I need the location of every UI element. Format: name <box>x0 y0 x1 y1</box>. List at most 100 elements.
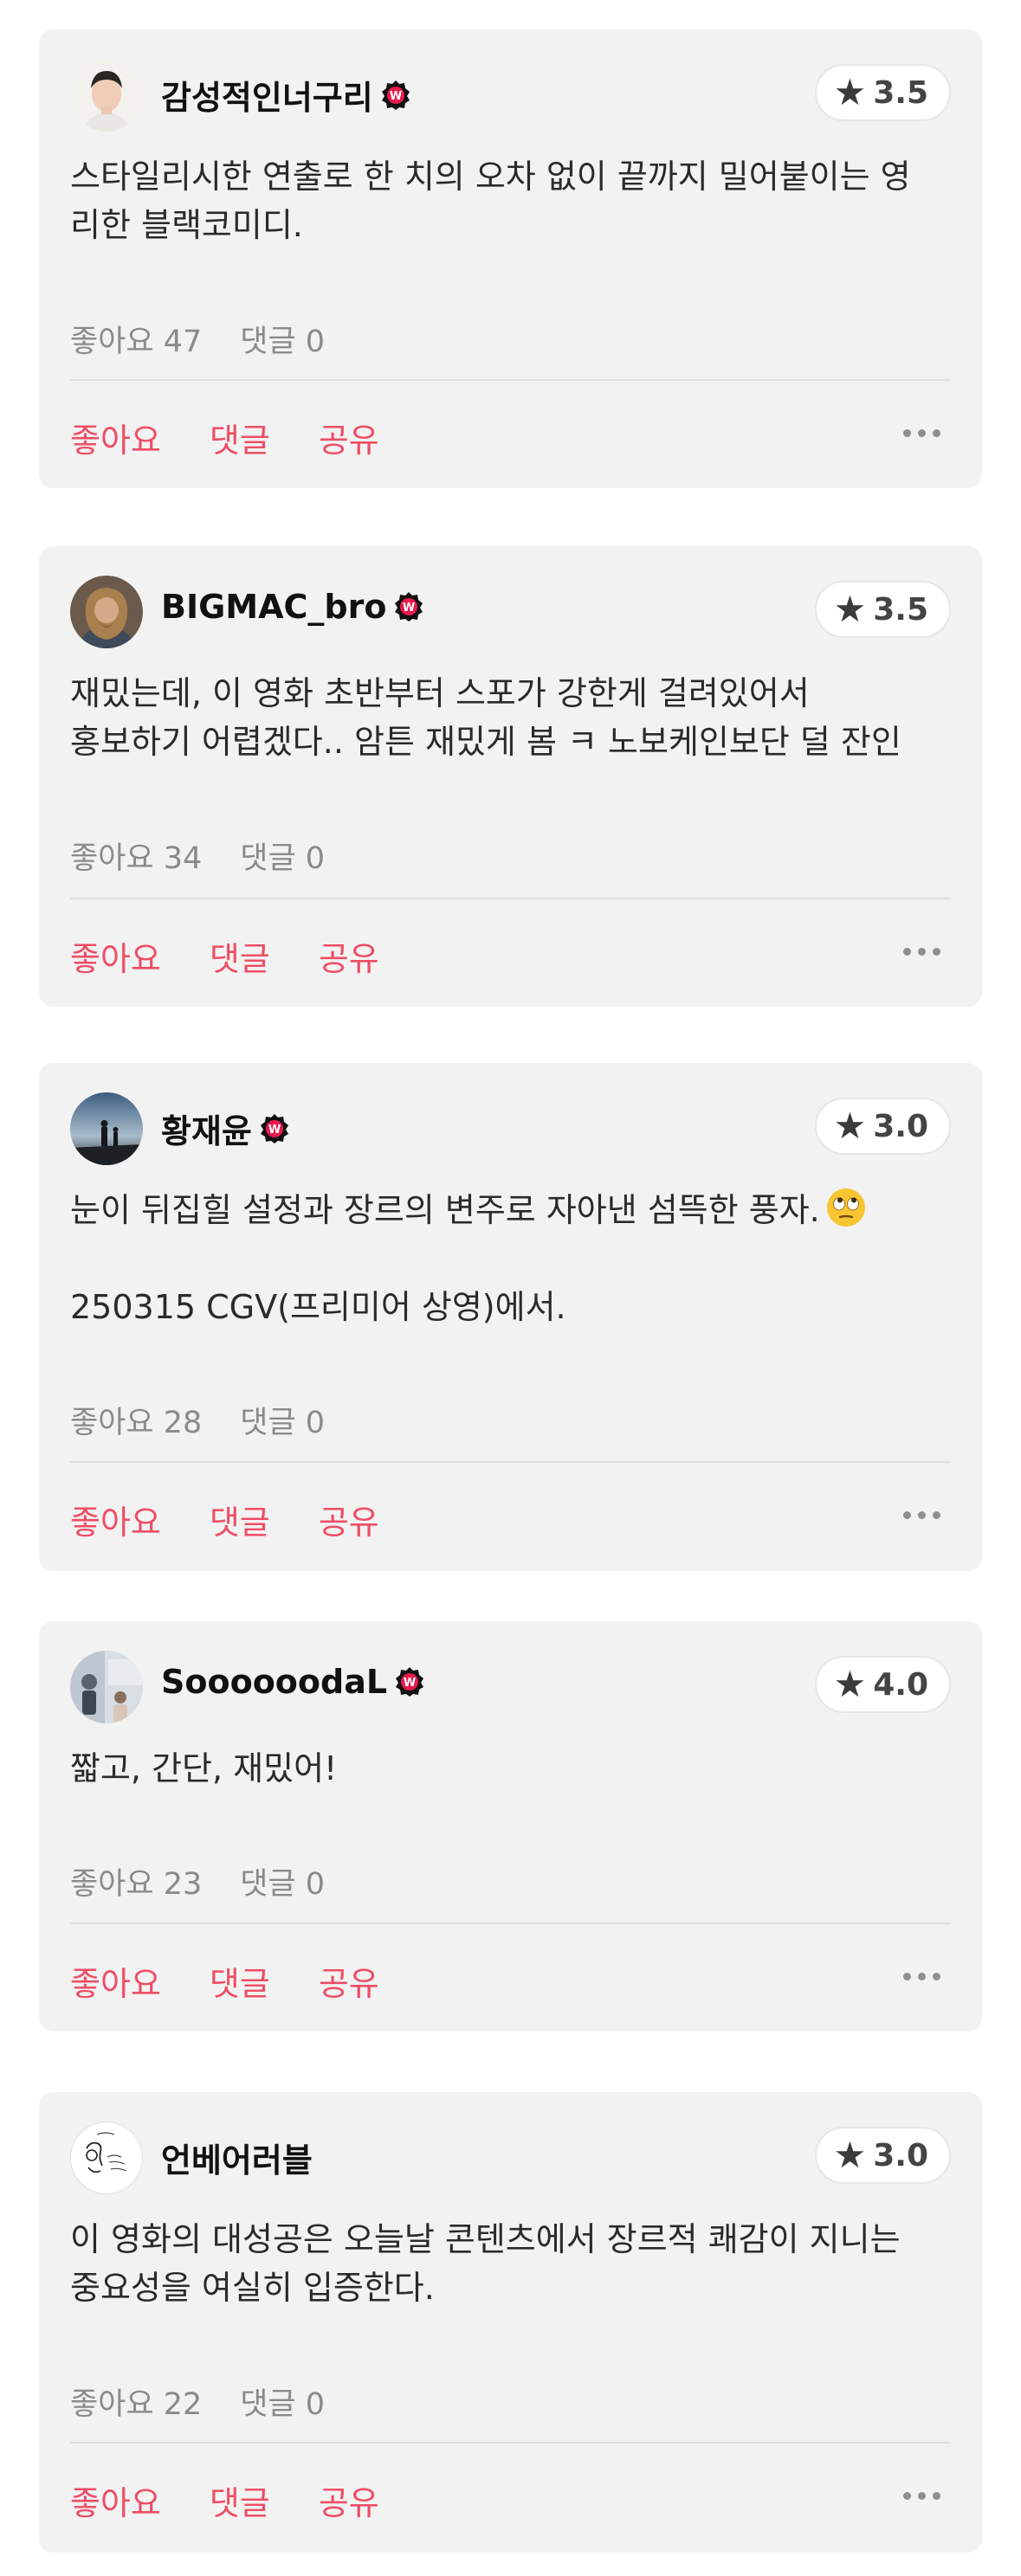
like-count: 좋아요 47 <box>70 325 203 359</box>
review-text[interactable]: 이 영화의 대성공은 오늘날 콘텐츠에서 장르적 쾌감이 지니는 중요성을 여실… <box>70 2215 951 2312</box>
review-line: 리한 블랙코미디. <box>70 206 303 244</box>
review-line: 재밌는데, 이 영화 초반부터 스포가 강한게 걸려있어서 <box>70 674 810 712</box>
star-icon: ★ <box>833 71 867 113</box>
share-button[interactable]: 공유 <box>319 1496 379 1543</box>
rating-value: 3.5 <box>873 74 928 111</box>
action-bar: 좋아요 댓글 공유 <box>70 932 379 980</box>
rating-value: 3.5 <box>873 591 928 628</box>
review-line-text: 눈이 뒤집힐 설정과 장르의 변주로 자아낸 섬뜩한 풍자. <box>70 1191 820 1229</box>
rating-value: 3.0 <box>873 1108 928 1144</box>
bearded-man-icon <box>70 576 143 648</box>
comment-count: 댓글 0 <box>240 1406 326 1440</box>
like-count: 좋아요 28 <box>70 1406 203 1440</box>
review-text[interactable]: 스타일리시한 연출로 한 치의 오차 없이 끝까지 밀어붙이는 영 리한 블랙코… <box>70 152 951 249</box>
rating-badge: ★ 3.5 <box>814 64 951 121</box>
avatar[interactable] <box>70 2122 143 2194</box>
username[interactable]: SoooooodaL W <box>161 1663 425 1701</box>
comment-button[interactable]: 댓글 <box>210 1496 270 1543</box>
username-text: 감성적인너구리 <box>161 79 373 117</box>
review-text[interactable]: 짧고, 간단, 재밌어! <box>70 1744 951 1793</box>
like-count: 좋아요 23 <box>70 1867 203 1902</box>
rating-badge: ★ 3.5 <box>814 581 951 638</box>
avatar[interactable] <box>70 576 143 648</box>
verified-badge-icon: W <box>393 591 424 622</box>
comment-button[interactable]: 댓글 <box>210 2476 270 2524</box>
action-bar: 좋아요 댓글 공유 <box>70 1957 379 2005</box>
divider <box>70 2442 951 2444</box>
rating-value: 3.0 <box>873 2137 928 2174</box>
review-counts: 좋아요 34 댓글 0 <box>70 834 325 878</box>
avatar[interactable] <box>70 1092 143 1165</box>
username[interactable]: BIGMAC_bro W <box>161 588 424 626</box>
review-card: SoooooodaL W ★ 4.0 짧고, 간단, 재밌어! 좋아요 23 댓… <box>39 1621 982 2032</box>
more-dots-icon[interactable] <box>903 429 940 437</box>
review-card: BIGMAC_bro W ★ 3.5 재밌는데, 이 영화 초반부터 스포가 강… <box>39 546 982 1007</box>
star-icon: ★ <box>833 588 867 630</box>
rating-value: 4.0 <box>873 1666 928 1703</box>
comment-count: 댓글 0 <box>240 841 326 876</box>
verified-badge-icon: W <box>380 80 411 111</box>
username[interactable]: 감성적인너구리 W <box>161 71 411 119</box>
svg-text:W: W <box>268 1124 281 1137</box>
rating-badge: ★ 4.0 <box>814 1656 951 1713</box>
divider <box>70 379 951 381</box>
username-text: BIGMAC_bro <box>161 588 387 626</box>
rating-badge: ★ 3.0 <box>814 1098 951 1155</box>
username[interactable]: 언베어러블 <box>161 2134 313 2181</box>
more-dots-icon[interactable] <box>903 1511 940 1519</box>
star-icon: ★ <box>833 2134 867 2176</box>
like-button[interactable]: 좋아요 <box>70 1957 161 2005</box>
divider <box>70 898 951 899</box>
divider <box>70 1922 951 1924</box>
action-bar: 좋아요 댓글 공유 <box>70 1496 379 1543</box>
review-counts: 좋아요 23 댓글 0 <box>70 1859 325 1903</box>
review-line <box>70 1234 951 1283</box>
action-bar: 좋아요 댓글 공유 <box>70 414 379 461</box>
share-button[interactable]: 공유 <box>319 932 379 980</box>
comment-button[interactable]: 댓글 <box>210 932 270 980</box>
comment-button[interactable]: 댓글 <box>210 414 270 461</box>
photo-collage-icon <box>70 1651 143 1723</box>
more-dots-icon[interactable] <box>903 1973 940 1980</box>
rating-badge: ★ 3.0 <box>814 2127 951 2184</box>
review-card: 황재윤 W ★ 3.0 눈이 뒤집힐 설정과 장르의 변주로 자아낸 섬뜩한 풍… <box>39 1063 982 1571</box>
review-text[interactable]: 눈이 뒤집힐 설정과 장르의 변주로 자아낸 섬뜩한 풍자. 250315 CG… <box>70 1186 951 1331</box>
review-card: 감성적인너구리 W ★ 3.5 스타일리시한 연출로 한 치의 오차 없이 끝까… <box>39 29 982 488</box>
comment-count: 댓글 0 <box>240 2387 326 2422</box>
share-button[interactable]: 공유 <box>319 2476 379 2524</box>
review-line: 이 영화의 대성공은 오늘날 콘텐츠에서 장르적 쾌감이 지니는 <box>70 2220 901 2258</box>
comment-button[interactable]: 댓글 <box>210 1957 270 2005</box>
svg-text:W: W <box>403 602 415 615</box>
avatar[interactable] <box>70 1651 143 1723</box>
review-text[interactable]: 재밌는데, 이 영화 초반부터 스포가 강한게 걸려있어서 홍보하기 어렵겠다.… <box>70 669 951 766</box>
comment-count: 댓글 0 <box>240 1867 326 1902</box>
review-counts: 좋아요 28 댓글 0 <box>70 1398 325 1442</box>
more-dots-icon[interactable] <box>903 948 940 956</box>
comment-count: 댓글 0 <box>240 325 326 359</box>
verified-badge-icon: W <box>394 1666 425 1697</box>
star-icon: ★ <box>833 1104 867 1147</box>
eye-roll-emoji-icon <box>825 1187 867 1228</box>
silhouette-sky-icon <box>70 1092 143 1165</box>
share-button[interactable]: 공유 <box>319 414 379 461</box>
verified-badge-icon: W <box>259 1113 290 1144</box>
like-button[interactable]: 좋아요 <box>70 932 161 980</box>
share-button[interactable]: 공유 <box>319 1957 379 2005</box>
boy-portrait-icon <box>70 59 143 132</box>
review-line: 짧고, 간단, 재밌어! <box>70 1749 338 1787</box>
avatar[interactable] <box>70 59 143 132</box>
like-button[interactable]: 좋아요 <box>70 2476 161 2524</box>
username-text: 언베어러블 <box>161 2141 313 2180</box>
like-button[interactable]: 좋아요 <box>70 1496 161 1543</box>
divider <box>70 1461 951 1463</box>
username[interactable]: 황재윤 W <box>161 1104 290 1152</box>
more-dots-icon[interactable] <box>903 2492 940 2500</box>
like-button[interactable]: 좋아요 <box>70 414 161 461</box>
review-line: 스타일리시한 연출로 한 치의 오차 없이 끝까지 밀어붙이는 영 <box>70 158 911 196</box>
review-counts: 좋아요 47 댓글 0 <box>70 317 325 361</box>
star-icon: ★ <box>833 1663 867 1705</box>
action-bar: 좋아요 댓글 공유 <box>70 2476 379 2524</box>
svg-text:W: W <box>390 90 402 103</box>
svg-text:W: W <box>404 1677 416 1690</box>
username-text: 황재윤 <box>161 1112 252 1150</box>
